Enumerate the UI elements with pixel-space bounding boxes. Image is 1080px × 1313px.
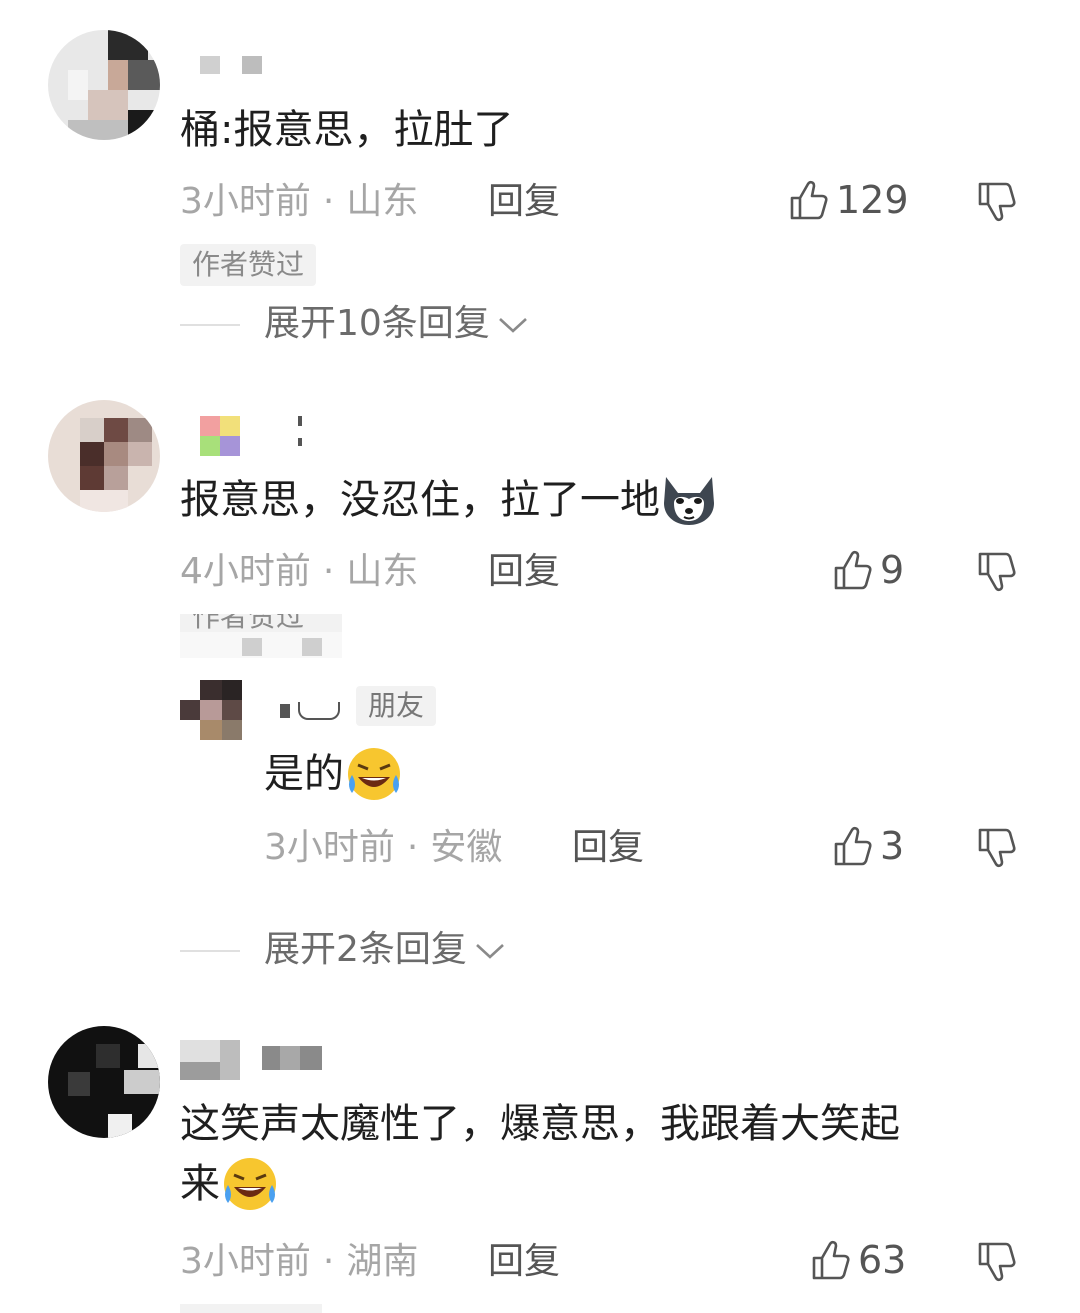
reply-text: 是的	[264, 744, 404, 804]
username[interactable]	[200, 56, 264, 76]
like-button[interactable]: 63	[810, 1238, 906, 1282]
separator: ·	[406, 827, 419, 868]
thumbs-up-icon	[790, 180, 828, 220]
separator: ·	[322, 181, 335, 222]
reply-button[interactable]: 回复	[488, 180, 560, 224]
friend-badge: 朋友	[356, 686, 437, 726]
avatar[interactable]	[48, 1026, 160, 1138]
dislike-button[interactable]	[976, 826, 1020, 874]
rofl-emoji	[224, 1158, 276, 1210]
comment-meta: 3小时前 · 山东	[180, 180, 418, 224]
dislike-button[interactable]	[976, 180, 1020, 228]
like-count: 63	[858, 1238, 907, 1282]
expand-replies-label: 展开2条回复	[264, 929, 467, 970]
thumbs-down-icon	[978, 1242, 1016, 1282]
chevron-down-icon	[498, 318, 527, 333]
comment-location: 山东	[346, 551, 419, 592]
username[interactable]	[180, 1040, 340, 1084]
like-count: 9	[880, 548, 905, 592]
reply-meta: 3小时前 · 安徽	[264, 826, 502, 870]
husky-emoji	[664, 477, 714, 525]
dislike-button[interactable]	[976, 550, 1020, 598]
comment-meta: 3小时前 · 湖南	[180, 1240, 418, 1284]
comment-time: 4小时前	[180, 551, 311, 592]
author-liked-badge: 作者赞过	[180, 614, 342, 658]
reply-text-body: 是的	[264, 751, 344, 797]
reply-button[interactable]: 回复	[572, 826, 644, 870]
chevron-down-icon	[476, 944, 504, 959]
reply-username[interactable]	[266, 692, 346, 722]
thumbs-down-icon	[978, 828, 1016, 868]
comment-meta: 4小时前 · 山东	[180, 550, 418, 594]
comment-text-line1: 这笑声太魔性了，爆意思，我跟着大笑起	[180, 1101, 900, 1147]
divider	[180, 950, 240, 952]
expand-replies-label: 展开10条回复	[264, 303, 490, 344]
comment-text: 报意思，没忍住，拉了一地	[180, 470, 718, 530]
thumbs-up-icon	[834, 550, 872, 590]
badge-cutoff	[180, 1304, 322, 1313]
thumbs-down-icon	[978, 182, 1016, 222]
comment-text-body: 报意思，没忍住，拉了一地	[180, 477, 660, 523]
dislike-button[interactable]	[976, 1240, 1020, 1288]
like-button[interactable]: 129	[788, 178, 909, 222]
comment-time: 3小时前	[180, 181, 311, 222]
expand-replies-button[interactable]: 展开2条回复	[264, 928, 507, 972]
expand-replies-button[interactable]: 展开10条回复	[264, 302, 530, 346]
reply-button[interactable]: 回复	[488, 550, 560, 594]
username[interactable]	[200, 416, 310, 460]
avatar[interactable]	[48, 30, 160, 140]
thumbs-up-icon	[812, 1240, 850, 1280]
separator: ·	[322, 551, 335, 592]
like-count: 129	[836, 178, 909, 222]
comment-location: 湖南	[346, 1241, 419, 1282]
comment-text-line2: 来	[180, 1161, 220, 1207]
reply-time: 3小时前	[264, 827, 395, 868]
like-button[interactable]: 9	[832, 548, 904, 592]
thumbs-down-icon	[978, 552, 1016, 592]
rofl-emoji	[348, 748, 400, 800]
reply-location: 安徽	[430, 827, 503, 868]
comment-time: 3小时前	[180, 1241, 311, 1282]
comment-text: 这笑声太魔性了，爆意思，我跟着大笑起 来	[180, 1094, 1040, 1214]
like-button[interactable]: 3	[832, 824, 904, 868]
avatar[interactable]	[48, 400, 160, 512]
reply-avatar[interactable]	[180, 680, 242, 740]
reply-button[interactable]: 回复	[488, 1240, 560, 1284]
like-count: 3	[880, 824, 905, 868]
author-liked-badge: 作者赞过	[180, 244, 317, 286]
divider	[180, 324, 240, 326]
separator: ·	[322, 1241, 335, 1282]
thumbs-up-icon	[834, 826, 872, 866]
comment-text: 桶:报意思，拉肚了	[180, 107, 514, 153]
comment-location: 山东	[346, 181, 419, 222]
